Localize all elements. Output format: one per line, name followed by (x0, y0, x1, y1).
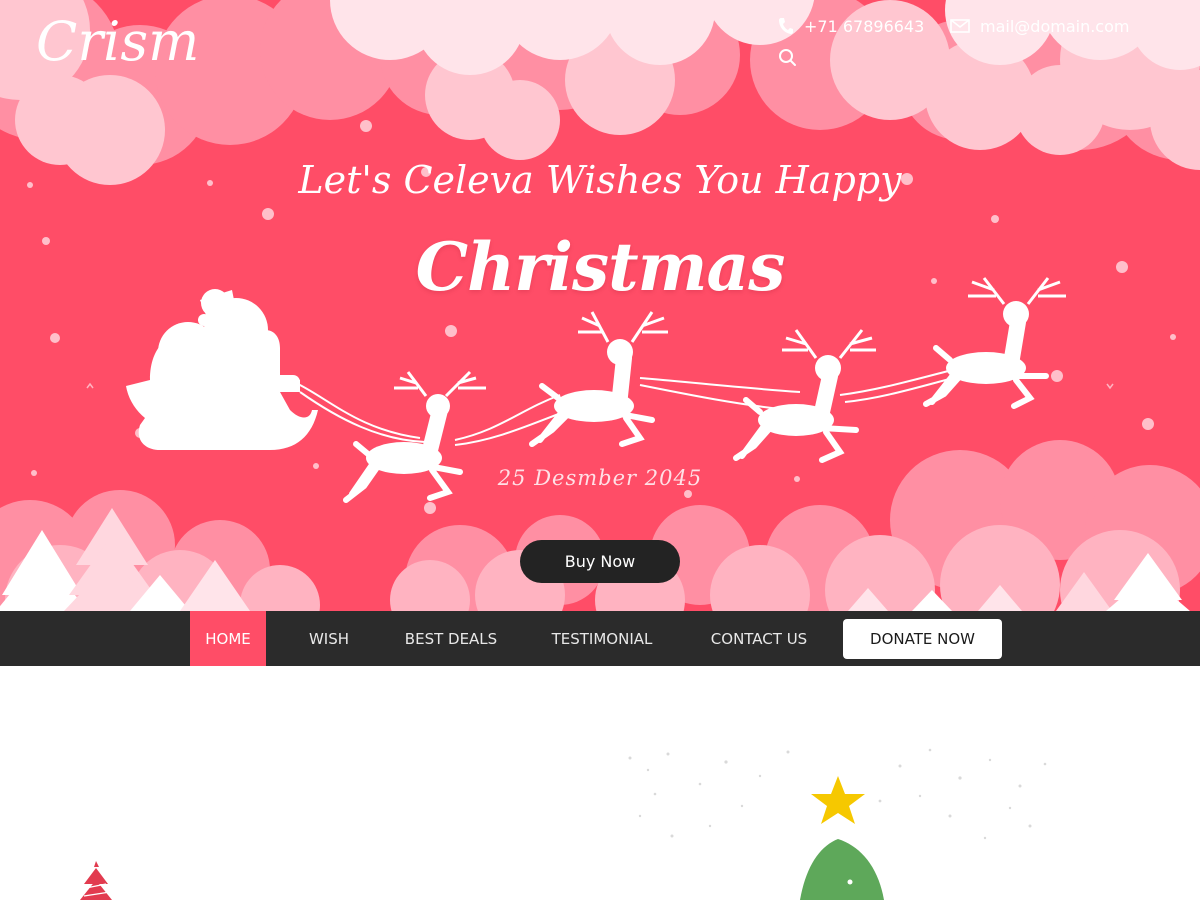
nav-item-wish[interactable]: WISH (296, 611, 362, 666)
contact-phone[interactable]: +71 67896643 (778, 14, 924, 38)
reindeer-3 (733, 329, 876, 463)
main-navigation: HOME WISH BEST DEALS TESTIMONIAL CONTACT… (0, 611, 1200, 666)
buy-now-button[interactable]: Buy Now (520, 540, 680, 583)
nav-item-home[interactable]: HOME (190, 611, 266, 666)
chevron-right-icon[interactable] (1104, 380, 1116, 392)
brand-logo[interactable]: Crism (36, 2, 199, 82)
chevron-left-icon[interactable] (84, 380, 96, 392)
nav-item-best-deals[interactable]: BEST DEALS (396, 611, 506, 666)
landing-page: Crism +71 67896643 mail@domain.com Let's… (0, 0, 1200, 900)
mail-icon (950, 19, 970, 33)
small-tree-logo (80, 861, 112, 900)
email-address: mail@domain.com (980, 16, 1130, 36)
phone-icon (779, 18, 793, 34)
contact-email[interactable]: mail@domain.com (950, 14, 1129, 38)
phone-number: +71 67896643 (804, 16, 925, 36)
about-section (0, 666, 1200, 900)
nav-item-contact-us[interactable]: CONTACT US (696, 611, 822, 666)
hero-headline: Christmas (415, 228, 786, 306)
search-icon[interactable] (777, 47, 797, 67)
lower-illustrations (80, 748, 1047, 900)
christmas-tree-illustration (800, 776, 884, 900)
event-date: 25 Desmber 2045 (497, 466, 703, 490)
hero-banner: Crism +71 67896643 mail@domain.com Let's… (0, 0, 1200, 611)
santa-sleigh (126, 289, 318, 450)
donate-now-button[interactable]: DONATE NOW (843, 619, 1002, 659)
nav-item-testimonial[interactable]: TESTIMONIAL (540, 611, 664, 666)
hero-tagline: Let's Celeva Wishes You Happy (298, 158, 902, 202)
